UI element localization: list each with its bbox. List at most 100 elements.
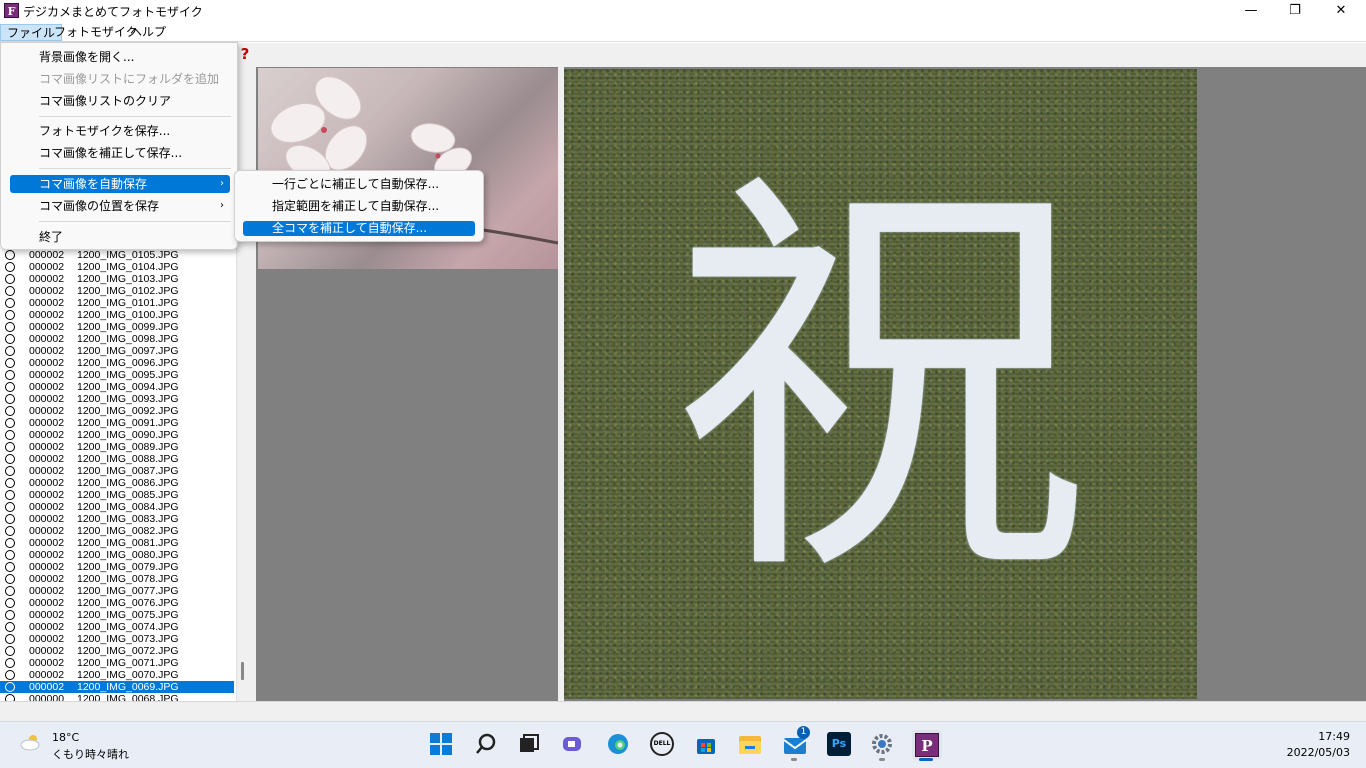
list-item[interactable]: 000002 1200_IMG_0090.JPG xyxy=(0,429,234,441)
menu-save-mosaic[interactable]: フォトモザイクを保存... xyxy=(10,122,230,140)
radio-button[interactable] xyxy=(5,322,15,332)
radio-button[interactable] xyxy=(5,274,15,284)
radio-button[interactable] xyxy=(5,586,15,596)
menu-help[interactable]: ヘルプ xyxy=(124,24,172,41)
list-item[interactable]: 000002 1200_IMG_0073.JPG xyxy=(0,633,234,645)
menu-save-corrected[interactable]: コマ画像を補正して保存... xyxy=(10,144,230,162)
radio-button[interactable] xyxy=(5,430,15,440)
list-item[interactable]: 000002 1200_IMG_0074.JPG xyxy=(0,621,234,633)
list-item[interactable]: 000002 1200_IMG_0086.JPG xyxy=(0,477,234,489)
radio-button[interactable] xyxy=(5,622,15,632)
list-item[interactable]: 000002 1200_IMG_0081.JPG xyxy=(0,537,234,549)
close-button[interactable]: ✕ xyxy=(1318,0,1364,22)
radio-button[interactable] xyxy=(5,598,15,608)
radio-button[interactable] xyxy=(5,670,15,680)
list-item[interactable]: 000002 1200_IMG_0098.JPG xyxy=(0,333,234,345)
list-item[interactable]: 000002 1200_IMG_0072.JPG xyxy=(0,645,234,657)
radio-button[interactable] xyxy=(5,250,15,260)
list-item[interactable]: 000002 1200_IMG_0077.JPG xyxy=(0,585,234,597)
menu-exit[interactable]: 終了 xyxy=(10,228,230,246)
radio-button[interactable] xyxy=(5,502,15,512)
list-item[interactable]: 000002 1200_IMG_0079.JPG xyxy=(0,561,234,573)
list-item[interactable]: 000002 1200_IMG_0096.JPG xyxy=(0,357,234,369)
list-item[interactable]: 000002 1200_IMG_0084.JPG xyxy=(0,501,234,513)
mail-icon[interactable]: 1 xyxy=(781,726,810,758)
help-icon[interactable]: ? xyxy=(238,46,252,62)
radio-button[interactable] xyxy=(5,682,15,692)
radio-button[interactable] xyxy=(5,406,15,416)
weather-description[interactable]: くもり時々晴れ xyxy=(52,746,129,762)
menu-save-positions[interactable]: コマ画像の位置を保存 › xyxy=(10,197,230,215)
radio-button[interactable] xyxy=(5,382,15,392)
menu-clear-list[interactable]: コマ画像リストのクリア xyxy=(10,92,230,110)
list-item[interactable]: 000002 1200_IMG_0093.JPG xyxy=(0,393,234,405)
radio-button[interactable] xyxy=(5,334,15,344)
photomosaic-app-icon[interactable]: P xyxy=(912,730,942,760)
settings-icon[interactable] xyxy=(868,730,896,758)
list-item[interactable]: 000002 1200_IMG_0101.JPG xyxy=(0,297,234,309)
task-view-icon[interactable] xyxy=(515,730,543,758)
edge-icon[interactable] xyxy=(604,730,632,758)
menu-open-background[interactable]: 背景画像を開く... xyxy=(10,48,230,66)
radio-button[interactable] xyxy=(5,286,15,296)
radio-button[interactable] xyxy=(5,454,15,464)
radio-button[interactable] xyxy=(5,526,15,536)
list-item[interactable]: 000002 1200_IMG_0099.JPG xyxy=(0,321,234,333)
radio-button[interactable] xyxy=(5,478,15,488)
image-list-scrollbar[interactable] xyxy=(236,67,252,701)
list-item[interactable]: 000002 1200_IMG_0089.JPG xyxy=(0,441,234,453)
file-explorer-icon[interactable] xyxy=(736,730,764,758)
list-item[interactable]: 000002 1200_IMG_0095.JPG xyxy=(0,369,234,381)
radio-button[interactable] xyxy=(5,370,15,380)
list-item[interactable]: 000002 1200_IMG_0082.JPG xyxy=(0,525,234,537)
list-item[interactable]: 000002 1200_IMG_0092.JPG xyxy=(0,405,234,417)
list-item[interactable]: 000002 1200_IMG_0091.JPG xyxy=(0,417,234,429)
radio-button[interactable] xyxy=(5,346,15,356)
radio-button[interactable] xyxy=(5,538,15,548)
list-item[interactable]: 000002 1200_IMG_0078.JPG xyxy=(0,573,234,585)
clock-time[interactable]: 17:49 xyxy=(1312,730,1350,743)
photoshop-icon[interactable]: Ps xyxy=(825,730,853,758)
minimize-button[interactable]: — xyxy=(1228,0,1274,22)
list-item[interactable]: 000002 1200_IMG_0069.JPG xyxy=(0,681,234,693)
radio-button[interactable] xyxy=(5,442,15,452)
list-item[interactable]: 000002 1200_IMG_0102.JPG xyxy=(0,285,234,297)
radio-button[interactable] xyxy=(5,610,15,620)
list-item[interactable]: 000002 1200_IMG_0071.JPG xyxy=(0,657,234,669)
weather-cloud-sun-icon[interactable] xyxy=(20,733,42,751)
dell-icon[interactable]: DELL xyxy=(648,730,676,758)
radio-button[interactable] xyxy=(5,658,15,668)
windows-start-icon[interactable] xyxy=(427,730,455,758)
list-item[interactable]: 000000 1200_IMG_0068.JPG xyxy=(0,693,234,701)
search-icon[interactable] xyxy=(472,730,500,758)
list-item[interactable]: 000002 1200_IMG_0097.JPG xyxy=(0,345,234,357)
radio-button[interactable] xyxy=(5,490,15,500)
submenu-all-frames[interactable]: 全コマを補正して自動保存... xyxy=(243,221,475,236)
radio-button[interactable] xyxy=(5,646,15,656)
submenu-range[interactable]: 指定範囲を補正して自動保存... xyxy=(243,199,475,214)
store-icon[interactable] xyxy=(692,730,720,758)
list-item[interactable]: 000002 1200_IMG_0087.JPG xyxy=(0,465,234,477)
weather-temperature[interactable]: 18°C xyxy=(52,731,79,744)
radio-button[interactable] xyxy=(5,358,15,368)
radio-button[interactable] xyxy=(5,574,15,584)
submenu-per-row[interactable]: 一行ごとに補正して自動保存... xyxy=(243,177,475,192)
radio-button[interactable] xyxy=(5,514,15,524)
radio-button[interactable] xyxy=(5,466,15,476)
chat-icon[interactable] xyxy=(559,730,587,758)
list-item[interactable]: 000002 1200_IMG_0088.JPG xyxy=(0,453,234,465)
list-item[interactable]: 000002 1200_IMG_0075.JPG xyxy=(0,609,234,621)
list-item[interactable]: 000002 1200_IMG_0104.JPG xyxy=(0,261,234,273)
list-item[interactable]: 000002 1200_IMG_0094.JPG xyxy=(0,381,234,393)
radio-button[interactable] xyxy=(5,418,15,428)
list-item[interactable]: 000002 1200_IMG_0080.JPG xyxy=(0,549,234,561)
radio-button[interactable] xyxy=(5,550,15,560)
radio-button[interactable] xyxy=(5,694,15,701)
list-item[interactable]: 000002 1200_IMG_0070.JPG xyxy=(0,669,234,681)
radio-button[interactable] xyxy=(5,634,15,644)
clock-date[interactable]: 2022/05/03 xyxy=(1278,746,1350,759)
radio-button[interactable] xyxy=(5,262,15,272)
list-item[interactable]: 000002 1200_IMG_0085.JPG xyxy=(0,489,234,501)
radio-button[interactable] xyxy=(5,562,15,572)
maximize-button[interactable]: ❐ xyxy=(1272,0,1318,22)
